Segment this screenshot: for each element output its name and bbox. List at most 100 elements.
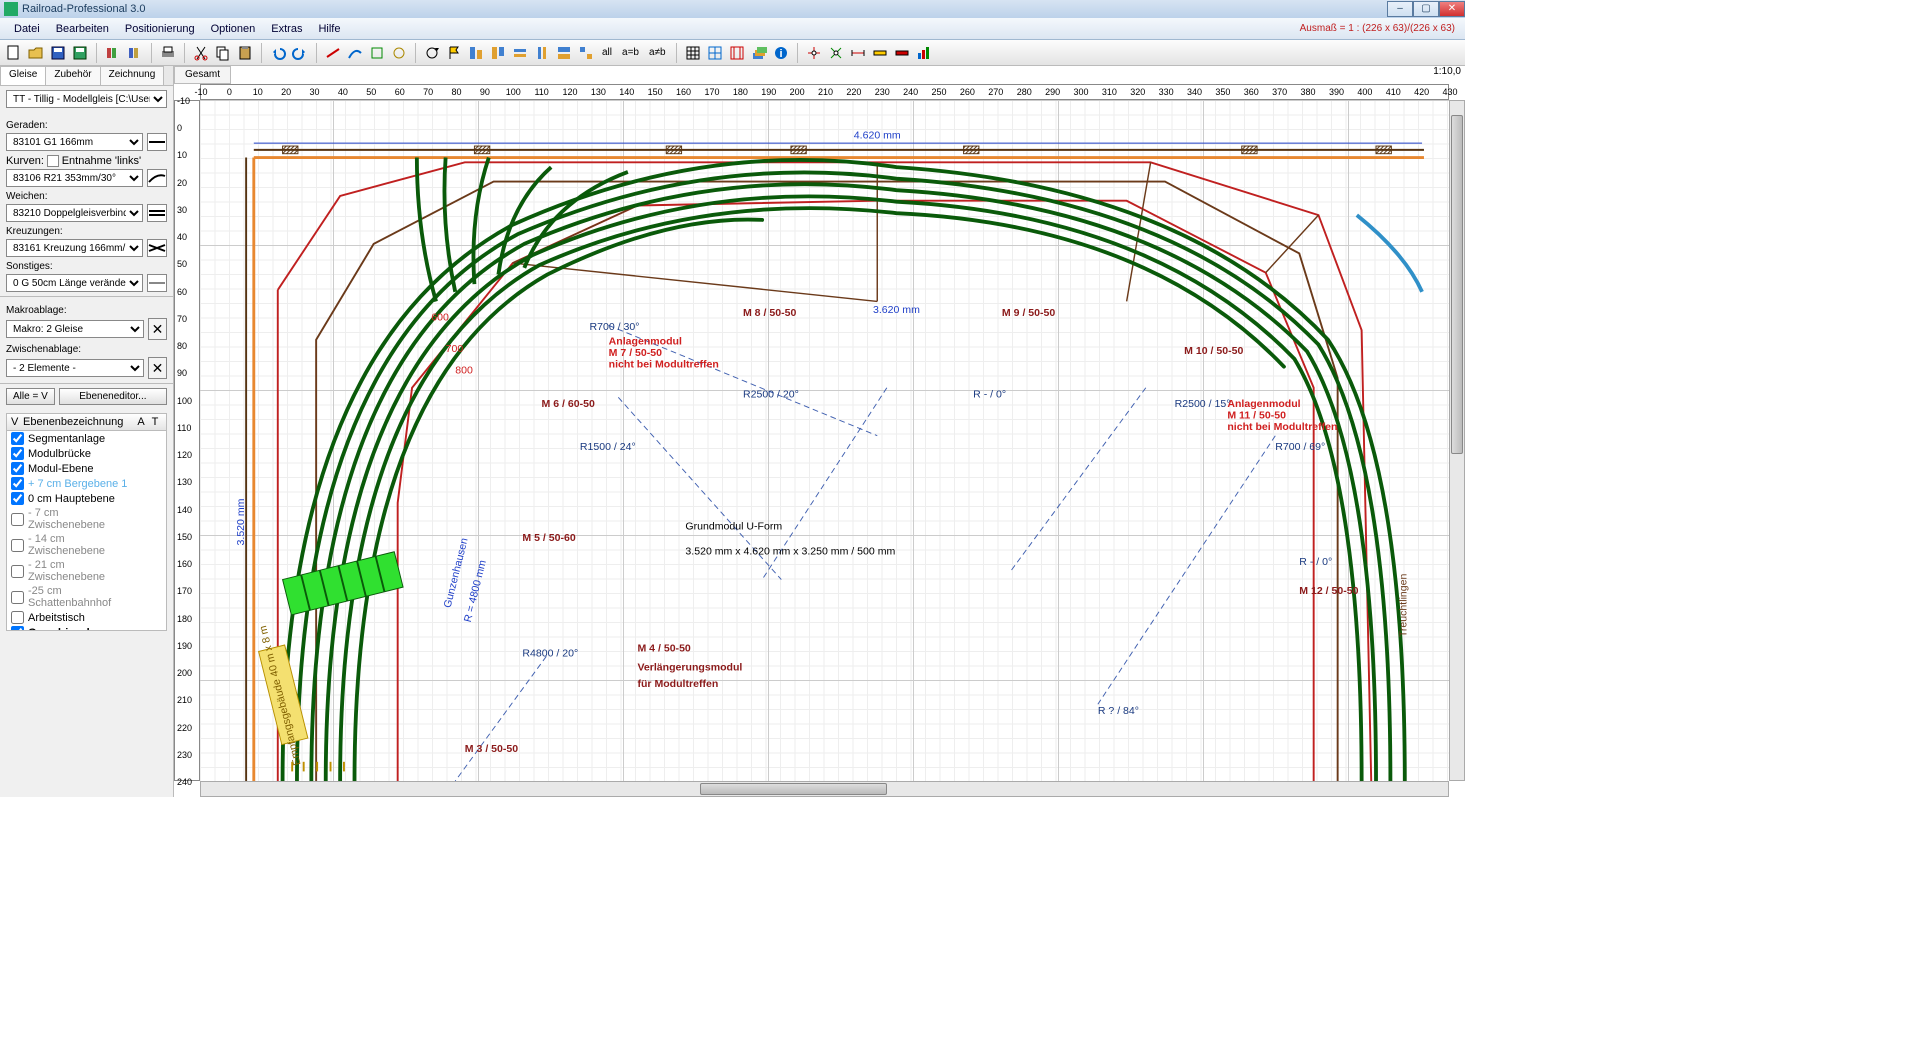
alle-v-button[interactable]: Alle = V [6,388,55,405]
kurven-preview-icon[interactable] [147,169,167,187]
svg-text:M 4 / 50-50: M 4 / 50-50 [637,643,690,655]
kreuzungen-preview-icon[interactable] [147,239,167,257]
layers-icon[interactable] [749,43,769,63]
info-icon[interactable]: i [771,43,791,63]
save-icon[interactable] [48,43,68,63]
save-as-icon[interactable] [70,43,90,63]
layer-visible-checkbox[interactable] [11,432,24,445]
layer-row[interactable]: -25 cm Schattenbahnhof [7,584,166,610]
layer-visible-checkbox[interactable] [11,539,24,552]
tab-gleise[interactable]: Gleise [0,66,46,85]
layer-name: Segmentanlage [28,433,134,445]
redo-icon[interactable] [290,43,310,63]
layer-row[interactable]: - 14 cm Zwischenebene [7,532,166,558]
menu-bearbeiten[interactable]: Bearbeiten [48,21,117,37]
layer-visible-checkbox[interactable] [11,477,24,490]
layer-visible-checkbox[interactable] [11,513,24,526]
line-tool-icon[interactable] [323,43,343,63]
align-3-icon[interactable] [510,43,530,63]
cut-icon[interactable] [191,43,211,63]
layer-row[interactable]: 0 cm Hauptebene [7,491,166,506]
label-gunz-radius: R = 4800 mm [462,559,489,624]
geraden-preview-icon[interactable] [147,133,167,151]
snap-2-icon[interactable] [826,43,846,63]
drawing-canvas[interactable]: Empfangsgebäude 40 m x 8 m [200,100,1449,781]
kurven-select[interactable]: 83106 R21 353mm/30° [6,169,143,187]
makro-delete-button[interactable]: ✕ [148,318,167,340]
menu-extras[interactable]: Extras [263,21,310,37]
measure-1-icon[interactable] [848,43,868,63]
layer-visible-checkbox[interactable] [11,565,24,578]
copy-icon[interactable] [213,43,233,63]
menu-optionen[interactable]: Optionen [203,21,264,37]
kreuzungen-select[interactable]: 83161 Kreuzung 166mm/15 [6,239,143,257]
align-4-icon[interactable] [532,43,552,63]
makro-select[interactable]: Makro: 2 Gleise [6,320,144,338]
chart-icon[interactable] [914,43,934,63]
align-6-icon[interactable] [576,43,596,63]
tool-3-icon[interactable] [367,43,387,63]
layer-visible-checkbox[interactable] [11,611,24,624]
measure-2-icon[interactable] [870,43,890,63]
menu-hilfe[interactable]: Hilfe [310,21,348,37]
kurven-links-checkbox[interactable] [47,155,59,167]
align-2-icon[interactable] [488,43,508,63]
ebeneneditor-button[interactable]: Ebeneneditor... [59,388,167,405]
geraden-select[interactable]: 83101 G1 166mm [6,133,143,151]
layer-row[interactable]: + 7 cm Bergebene 1 [7,476,166,491]
layer-row[interactable]: - 7 cm Zwischenebene [7,506,166,532]
tab-zubehoer[interactable]: Zubehör [45,66,100,85]
layer-visible-checkbox[interactable] [11,626,24,631]
layer-visible-checkbox[interactable] [11,591,24,604]
layer-row[interactable]: - 21 cm Zwischenebene [7,558,166,584]
weichen-select[interactable]: 83210 Doppelgleisverbindu [6,204,143,222]
align-1-icon[interactable] [466,43,486,63]
layer-row[interactable]: Modul-Ebene [7,461,166,476]
layer-row[interactable]: Modulbrücke [7,446,166,461]
grid-1-icon[interactable] [683,43,703,63]
zwischen-delete-button[interactable]: ✕ [148,357,167,379]
layer-visible-checkbox[interactable] [11,492,24,505]
curve-tool-icon[interactable] [345,43,365,63]
library-select[interactable]: TT - Tillig - Modellgleis [C:\Users\F [6,90,167,108]
open-file-icon[interactable] [26,43,46,63]
layer-row[interactable]: Segmentanlage [7,431,166,446]
select-all-button[interactable]: all [598,43,616,63]
grid-3-icon[interactable] [727,43,747,63]
minimize-button[interactable]: – [1387,1,1413,17]
snap-1-icon[interactable] [804,43,824,63]
weichen-preview-icon[interactable] [147,204,167,222]
library-2-icon[interactable] [125,43,145,63]
layer-row[interactable]: Arbeitstisch [7,610,166,625]
menu-positionierung[interactable]: Positionierung [117,21,203,37]
menu-datei[interactable]: Datei [6,21,48,37]
measure-3-icon[interactable] [892,43,912,63]
svg-text:Verlängerungsmodul: Verlängerungsmodul [637,662,742,674]
sonstiges-preview-icon[interactable] [147,274,167,292]
grid-2-icon[interactable] [705,43,725,63]
layers-list[interactable]: SegmentanlageModulbrückeModul-Ebene+ 7 c… [6,431,167,631]
rotate-icon[interactable] [422,43,442,63]
layer-visible-checkbox[interactable] [11,462,24,475]
layer-row[interactable]: Grundrissebenex [7,625,166,631]
horizontal-scrollbar[interactable] [200,781,1449,797]
layer-visible-checkbox[interactable] [11,447,24,460]
zwischen-select[interactable]: - 2 Elemente - [6,359,144,377]
select-aneb-button[interactable]: a≠b [645,43,670,63]
view-tab-gesamt[interactable]: Gesamt [174,66,231,84]
align-5-icon[interactable] [554,43,574,63]
maximize-button[interactable]: ▢ [1413,1,1439,17]
tool-4-icon[interactable] [389,43,409,63]
undo-icon[interactable] [268,43,288,63]
vertical-scrollbar[interactable] [1449,100,1465,781]
close-button[interactable]: ✕ [1439,1,1465,17]
svg-text:M 9 / 50-50: M 9 / 50-50 [1002,307,1055,319]
flag-icon[interactable] [444,43,464,63]
new-file-icon[interactable] [4,43,24,63]
library-1-icon[interactable] [103,43,123,63]
paste-icon[interactable] [235,43,255,63]
sonstiges-select[interactable]: 0 G 50cm Länge verändert. [6,274,143,292]
print-icon[interactable] [158,43,178,63]
select-aeqb-button[interactable]: a=b [618,43,643,63]
tab-zeichnung[interactable]: Zeichnung [100,66,165,85]
